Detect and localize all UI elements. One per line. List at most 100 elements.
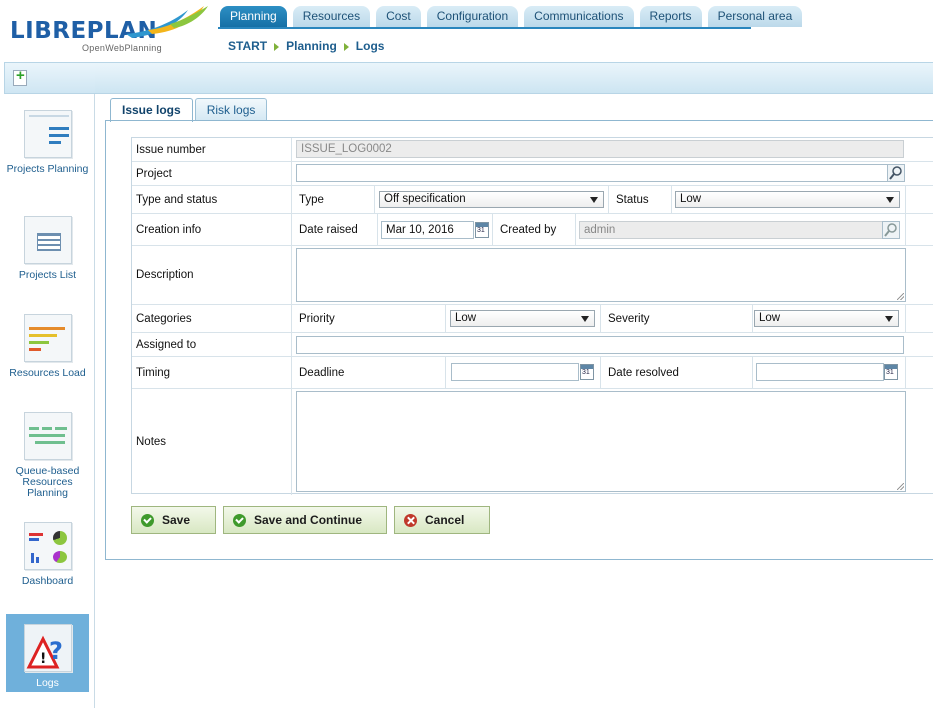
priority-select[interactable]: Low — [450, 310, 595, 327]
projects-planning-icon — [23, 110, 72, 158]
row-description: Description — [132, 246, 933, 305]
nav-tab-configuration[interactable]: Configuration — [426, 6, 519, 27]
nav-underline — [218, 27, 751, 29]
check-icon — [233, 513, 246, 527]
sidebar: Projects Planning Projects List Resource… — [4, 94, 95, 708]
sidebar-item-label: Dashboard — [21, 575, 74, 587]
save-button[interactable]: Save — [131, 506, 216, 534]
row-notes: Notes — [132, 389, 933, 495]
type-label: Type — [292, 186, 375, 213]
save-and-continue-button[interactable]: Save and Continue — [223, 506, 387, 534]
check-icon — [141, 513, 154, 527]
status-select[interactable]: Low — [675, 191, 900, 208]
calendar-icon[interactable]: 31 — [884, 364, 898, 380]
warning-question-icon: ! ? — [26, 635, 63, 669]
sidebar-item-label: Projects List — [18, 269, 77, 281]
breadcrumb-logs[interactable]: Logs — [356, 39, 385, 53]
priority-label: Priority — [292, 305, 446, 332]
deadline-input[interactable] — [451, 363, 579, 381]
chevron-down-icon — [885, 316, 893, 322]
chevron-down-icon — [590, 197, 598, 203]
row-project: Project — [132, 162, 933, 186]
sidebar-item-projects-list[interactable]: Projects List — [4, 216, 91, 281]
sidebar-item-dashboard[interactable]: Dashboard — [4, 522, 91, 587]
nav-tab-communications[interactable]: Communications — [524, 6, 634, 27]
row-creation-info: Creation info Date raised Mar 10, 2016 3… — [132, 214, 933, 246]
resize-grip-icon[interactable] — [897, 483, 904, 490]
nav-tab-cost[interactable]: Cost — [376, 6, 421, 27]
save-and-continue-label: Save and Continue — [254, 513, 363, 527]
chevron-down-icon — [886, 197, 894, 203]
chevron-down-icon — [581, 316, 589, 322]
type-status-label: Type and status — [132, 186, 292, 213]
breadcrumb-planning[interactable]: Planning — [286, 39, 337, 53]
nav-tab-personal-area[interactable]: Personal area — [707, 6, 803, 27]
libreplan-logo[interactable]: LIBREPLAN OpenWebPlanning — [10, 4, 210, 56]
svg-text:?: ? — [49, 637, 63, 665]
priority-select-value: Low — [455, 312, 477, 324]
status-select-value: Low — [680, 193, 702, 205]
svg-text:!: ! — [40, 651, 46, 667]
sidebar-item-projects-planning[interactable]: Projects Planning — [4, 110, 91, 175]
row-assigned-to: Assigned to — [132, 333, 933, 357]
save-button-label: Save — [162, 513, 191, 527]
breadcrumb-arrow-icon — [343, 43, 349, 51]
main-toolbar — [95, 62, 933, 94]
logo-tagline: OpenWebPlanning — [82, 43, 162, 53]
nav-tab-reports[interactable]: Reports — [639, 6, 702, 27]
row-issue-number: Issue number ISSUE_LOG0002 — [132, 138, 933, 162]
deadline-label: Deadline — [292, 357, 446, 388]
tab-risk-logs[interactable]: Risk logs — [194, 98, 268, 121]
severity-select[interactable]: Low — [754, 310, 899, 327]
logs-warning-icon: ! ? — [23, 624, 72, 672]
assigned-to-label: Assigned to — [132, 333, 292, 356]
breadcrumb: START Planning Logs — [228, 39, 384, 53]
created-by-label: Created by — [493, 214, 576, 245]
breadcrumb-arrow-icon — [274, 43, 280, 51]
severity-label: Severity — [601, 305, 753, 332]
add-new-button[interactable]: + — [13, 67, 27, 86]
sidebar-item-logs[interactable]: ! ? Logs — [6, 614, 89, 692]
main-nav: Planning Resources Cost Configuration Co… — [220, 6, 808, 28]
row-timing: Timing Deadline 31 Date resolved 31 — [132, 357, 933, 389]
sidebar-item-label: Resources Load — [9, 367, 86, 379]
creation-info-label: Creation info — [132, 214, 292, 245]
calendar-icon[interactable]: 31 — [580, 364, 594, 380]
sidebar-item-resources-load[interactable]: Resources Load — [4, 314, 91, 379]
nav-tab-resources[interactable]: Resources — [292, 6, 371, 27]
sidebar-toolbar: + — [4, 62, 95, 94]
breadcrumb-start[interactable]: START — [228, 39, 267, 53]
notes-textarea[interactable] — [296, 391, 906, 492]
date-raised-label: Date raised — [292, 214, 378, 245]
tab-issue-logs[interactable]: Issue logs — [110, 98, 193, 122]
created-by-field: admin — [579, 221, 884, 239]
date-resolved-label: Date resolved — [601, 357, 753, 388]
issue-log-form: Issue number ISSUE_LOG0002 Project Type … — [131, 137, 933, 495]
bird-swoosh-icon — [126, 6, 208, 38]
description-textarea[interactable] — [296, 248, 906, 302]
app-header: LIBREPLAN OpenWebPlanning Planning Resou… — [0, 0, 933, 62]
notes-label: Notes — [132, 389, 292, 495]
log-tabs: Issue logs Risk logs — [110, 98, 269, 122]
row-categories: Categories Priority Low Severity Low — [132, 305, 933, 333]
severity-select-value: Low — [759, 312, 781, 324]
assigned-to-input[interactable] — [296, 336, 904, 354]
resize-grip-icon[interactable] — [897, 293, 904, 300]
project-search-icon[interactable] — [887, 164, 905, 182]
timing-label: Timing — [132, 357, 292, 388]
sidebar-item-label: Queue-based Resources Planning — [15, 465, 80, 499]
date-resolved-input[interactable] — [756, 363, 884, 381]
sidebar-item-queue-based-resources-planning[interactable]: Queue-based Resources Planning — [4, 412, 91, 499]
cancel-button[interactable]: Cancel — [394, 506, 490, 534]
calendar-icon[interactable]: 31 — [475, 222, 489, 238]
sidebar-item-label: Projects Planning — [6, 163, 89, 175]
status-label: Status — [609, 186, 672, 213]
type-select[interactable]: Off specification — [379, 191, 604, 208]
created-by-search-icon[interactable] — [882, 221, 900, 239]
project-input[interactable] — [296, 164, 888, 182]
date-raised-input[interactable]: Mar 10, 2016 — [381, 221, 474, 239]
queue-planning-icon — [23, 412, 72, 460]
nav-tab-planning[interactable]: Planning — [220, 6, 287, 27]
issue-number-label: Issue number — [132, 138, 292, 161]
description-label: Description — [132, 246, 292, 304]
